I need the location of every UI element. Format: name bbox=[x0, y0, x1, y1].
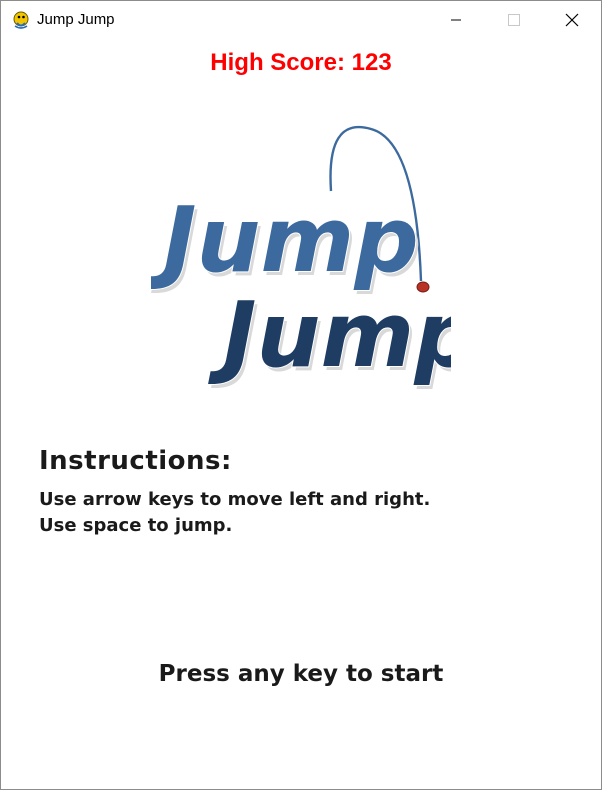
instructions-heading: Instructions: bbox=[39, 446, 232, 476]
pygame-snake-icon bbox=[13, 11, 29, 29]
window-title: Jump Jump bbox=[37, 11, 115, 28]
logo-line2: Jump bbox=[208, 283, 451, 388]
start-prompt: Press any key to start bbox=[158, 661, 444, 687]
title-bar[interactable]: Jump Jump bbox=[1, 1, 601, 39]
game-window: Jump Jump High Score: 123 Jump Jump Jum bbox=[0, 0, 602, 790]
close-button[interactable] bbox=[543, 1, 601, 39]
minimize-icon bbox=[451, 19, 461, 21]
instruction-move: Use arrow keys to move left and right. bbox=[39, 489, 431, 510]
game-canvas[interactable]: High Score: 123 Jump Jump Jump Jump Inst… bbox=[1, 39, 601, 789]
maximize-button[interactable] bbox=[485, 1, 543, 39]
logo-line1: Jump bbox=[151, 188, 419, 293]
maximize-icon bbox=[508, 14, 520, 26]
close-icon bbox=[565, 13, 579, 27]
high-score-label: High Score: 123 bbox=[210, 49, 392, 76]
game-logo: Jump Jump Jump Jump bbox=[151, 125, 451, 392]
instruction-jump: Use space to jump. bbox=[39, 515, 233, 536]
minimize-button[interactable] bbox=[427, 1, 485, 39]
